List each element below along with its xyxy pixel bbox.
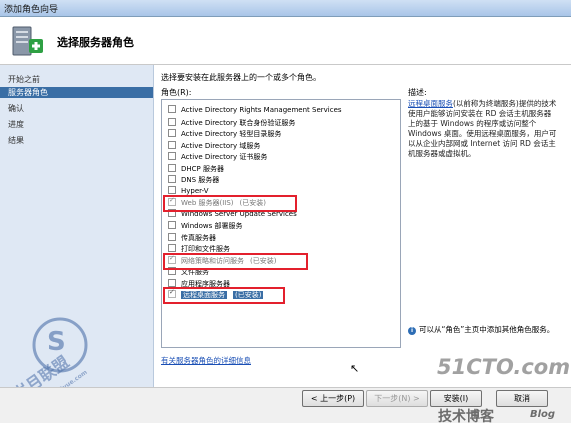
- mouse-cursor-icon: ↖: [350, 362, 360, 375]
- cancel-button[interactable]: 取消: [496, 390, 548, 407]
- install-button[interactable]: 安装(I): [430, 390, 482, 407]
- more-info-link[interactable]: 有关服务器角色的详细信息: [161, 355, 251, 366]
- role-checkbox[interactable]: [168, 221, 176, 229]
- role-item[interactable]: Windows 部署服务: [168, 221, 242, 232]
- sidebar-item-progress[interactable]: 进度: [8, 119, 24, 130]
- tech-blog-watermark: 技术博客: [438, 409, 494, 425]
- roles-label: 角色(R):: [161, 88, 192, 97]
- annotation-box-web-server: [163, 195, 297, 212]
- role-item[interactable]: DHCP 服务器: [168, 163, 224, 175]
- role-item[interactable]: Active Directory Rights Management Servi…: [168, 105, 342, 117]
- sidebar-item-confirmation[interactable]: 确认: [8, 103, 24, 114]
- info-note: i 可以从“角色”主页中添加其他角色服务。: [408, 325, 558, 335]
- sidebar-item-results[interactable]: 结果: [8, 135, 24, 146]
- 51cto-watermark: 51CTO.com: [437, 355, 571, 379]
- window-title: 添加角色向导: [4, 5, 59, 15]
- server-add-icon: [12, 26, 43, 56]
- annotation-box-remote-desktop: [163, 287, 285, 304]
- role-item[interactable]: 传真服务器: [168, 232, 216, 244]
- role-item[interactable]: Active Directory 证书服务: [168, 152, 267, 163]
- role-item[interactable]: Active Directory 域服务: [168, 140, 260, 152]
- description-text: 远程桌面服务(以前称为终端服务)提供的技术使用户能够访问安装在 RD 会话主机服…: [408, 99, 557, 158]
- role-checkbox[interactable]: [168, 163, 176, 172]
- annotation-box-network-policy: [163, 252, 308, 270]
- blog-watermark: Blog: [530, 409, 556, 420]
- role-checkbox[interactable]: [168, 140, 176, 149]
- description-link[interactable]: 远程桌面服务: [408, 99, 453, 108]
- previous-button[interactable]: < 上一步(P): [302, 390, 364, 407]
- role-item[interactable]: Active Directory 轻型目录服务: [168, 129, 281, 140]
- page-title: 选择服务器角色: [57, 36, 134, 49]
- role-checkbox[interactable]: [168, 278, 176, 287]
- roles-list[interactable]: Active Directory Rights Management Servi…: [161, 99, 401, 348]
- role-checkbox[interactable]: [168, 244, 176, 252]
- role-checkbox[interactable]: [168, 175, 176, 183]
- button-bar: < 上一步(P) 下一步(N) > 安装(I) 取消 技术博客 Blog: [0, 387, 571, 425]
- description-label: 描述:: [408, 88, 427, 97]
- next-button[interactable]: 下一步(N) >: [366, 390, 428, 407]
- role-checkbox[interactable]: [168, 232, 176, 241]
- sidebar-item-before-you-begin[interactable]: 开始之前: [8, 74, 40, 85]
- wizard-content: 选择要安装在此服务器上的一个或多个角色。 角色(R): Active Direc…: [154, 65, 571, 387]
- role-checkbox[interactable]: [168, 152, 176, 160]
- role-item[interactable]: DNS 服务器: [168, 175, 219, 186]
- wizard-header: 选择服务器角色: [0, 17, 571, 65]
- sidebar-item-server-roles[interactable]: 服务器角色: [0, 87, 153, 98]
- role-item[interactable]: Active Directory 联合身份验证服务: [168, 117, 295, 129]
- instruction-text: 选择要安装在此服务器上的一个或多个角色。: [161, 73, 321, 82]
- role-checkbox[interactable]: [168, 117, 176, 126]
- window-titlebar: 添加角色向导: [0, 0, 571, 17]
- role-checkbox[interactable]: [168, 129, 176, 137]
- wizard-sidebar: 开始之前 服务器角色 确认 进度 结果 S 岁月联盟 www.Syue.com: [0, 65, 154, 404]
- role-checkbox[interactable]: [168, 105, 176, 113]
- role-checkbox[interactable]: [168, 185, 176, 194]
- info-icon: i: [408, 327, 416, 335]
